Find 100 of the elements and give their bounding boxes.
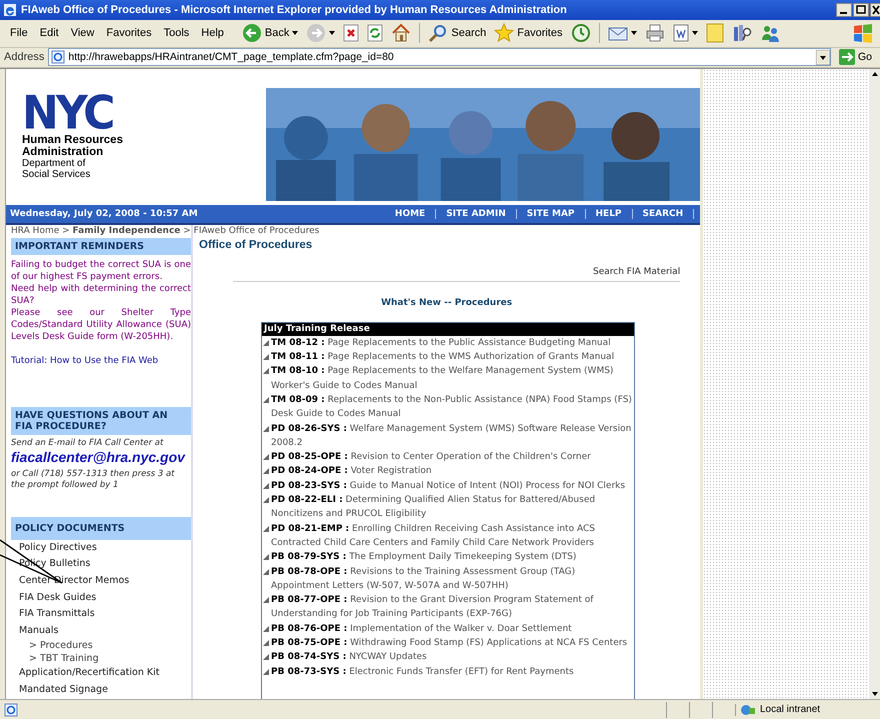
bullet-icon: [263, 482, 269, 489]
go-button[interactable]: Go: [834, 49, 876, 66]
menu-item[interactable]: View: [64, 25, 100, 42]
news-link[interactable]: PD 08-21-EMP : Enrolling Children Receiving Cash Assistance into ACS Contracted Child Care Centers and Family Child Care Network Providers: [271, 522, 634, 550]
nav-link[interactable]: HELP: [586, 208, 633, 219]
bullet-icon: [263, 454, 269, 460]
favorites-button[interactable]: Favorites: [492, 23, 564, 44]
bullet-icon: [263, 426, 269, 432]
history-icon[interactable]: [570, 23, 590, 44]
books-icon[interactable]: [732, 23, 752, 44]
page-title: Office of Procedures: [198, 238, 314, 251]
contact-text: Send an E-mail to FIA Call Center at: [11, 438, 164, 449]
nav-link[interactable]: SITE ADMIN: [436, 208, 517, 219]
menu-item[interactable]: Favorites: [100, 25, 158, 42]
date-text: Wednesday, July 02, 2008 - 10:57 AM: [10, 208, 198, 219]
news-link[interactable]: TM 08-11 : Page Replacements to the WMS Authorization of Grants Manual: [271, 350, 634, 364]
news-link[interactable]: PD 08-24-OPE : Voter Registration: [271, 464, 634, 479]
news-link[interactable]: PB 08-73-SYS : Electronic Funds Transfer (EFT) for Rent Payments: [271, 664, 634, 679]
scrollbar[interactable]: [869, 68, 880, 700]
tutorial-link[interactable]: Tutorial: How to Use the FIA Web: [11, 354, 191, 367]
address-field[interactable]: http://hrawebapps/HRAintranet/CMT_page_template.cfm?page_id=80: [48, 48, 831, 66]
dropdown-icon[interactable]: [816, 50, 830, 65]
panel-heading: July Training Release: [262, 322, 634, 336]
bullet-icon: [263, 568, 269, 575]
reminder-text: Need help with determining the correct SUA?: [11, 282, 191, 307]
intranet-icon: [740, 704, 756, 716]
windows-logo-icon: [852, 22, 874, 44]
news-link[interactable]: TM 08-10 : Page Replacements to the Welfare Management System (WMS) Worker's Guide to Codes Manual: [271, 364, 634, 393]
news-link[interactable]: PD 08-22-ELI : Determining Qualified Alien Status for Battered/Abused Noncitizens and PRUCOL Eligibility: [271, 493, 634, 522]
nav-link[interactable]: SITE MAP: [516, 208, 586, 219]
policy-link[interactable]: Application/Recertification Kit: [11, 665, 191, 682]
news-link[interactable]: PB 08-79-SYS : The Employment Daily Timekeeping System (DTS): [271, 550, 634, 565]
news-link[interactable]: PB 08-74-SYS : NYCWAY Updates: [271, 650, 634, 665]
bullet-icon: [263, 554, 269, 560]
breadcrumb: HRA Home > Family Independence > FIAweb Office of Procedures: [11, 224, 320, 238]
printer-icon[interactable]: [644, 23, 664, 44]
search-icon: [428, 23, 448, 44]
logo-org-text: Administration: [22, 146, 104, 158]
policy-link[interactable]: FIA Transmittals: [11, 606, 191, 623]
email-link[interactable]: fiacallcenter@hra.nyc.gov: [11, 448, 185, 466]
menu-item[interactable]: Help: [195, 25, 230, 42]
logo-mark: NYC: [22, 92, 113, 135]
star-icon: [494, 23, 514, 44]
policy-link[interactable]: Manuals: [11, 622, 191, 640]
bullet-icon: [263, 397, 269, 403]
maximize-icon[interactable]: [853, 2, 869, 17]
back-button[interactable]: Back: [240, 23, 300, 44]
bullet-icon: [263, 626, 269, 632]
logo-dept-text: Social Services: [22, 168, 92, 180]
bullet-icon: [263, 640, 269, 646]
bullet-icon: [263, 340, 269, 346]
go-arrow-icon: [838, 49, 855, 66]
nav-link[interactable]: HOME: [384, 208, 436, 219]
page-icon: [51, 50, 66, 64]
news-link[interactable]: PD 08-26-SYS : Welfare Management System (WMS) Software Release Version 2008.2: [271, 422, 634, 450]
policy-link[interactable]: > TBT Training: [11, 652, 191, 666]
search-link[interactable]: Search FIA Material: [593, 266, 680, 277]
bullet-icon: [263, 354, 269, 360]
menu-item[interactable]: File: [4, 25, 34, 42]
news-link[interactable]: TM 08-09 : Replacements to the Non-Public Assistance (NPA) Food Stamps (FS) Desk Guide to Codes Manual: [271, 393, 634, 422]
bullet-icon: [263, 654, 269, 660]
section-heading: IMPORTANT REMINDERS: [11, 238, 191, 255]
news-link[interactable]: PB 08-75-OPE : Withdrawing Food Stamp (FS) Applications at NCA FS Centers: [271, 636, 634, 650]
news-link[interactable]: PB 08-77-OPE : Revision to the Grant Diversion Program Statement of Understanding for Job Training Participants (EXP-76G): [271, 593, 634, 622]
window-title: FIAweb Office of Procedures - Microsoft Internet Explorer provided by Human Resources Administration: [21, 4, 568, 16]
news-link[interactable]: PD 08-25-OPE : Revision to Center Operation of the Children's Corner: [271, 450, 634, 464]
bullet-icon: [263, 497, 269, 504]
contact-text: or Call (718) 557-1313 then press 3 at the prompt followed by 1: [11, 468, 176, 491]
news-link[interactable]: PD 08-23-SYS : Guide to Manual Notice of Intent (NOI) Process for NOI Clerks: [271, 478, 634, 494]
home-icon[interactable]: [391, 23, 412, 44]
section-heading: HAVE QUESTIONS ABOUT AN FIA PROCEDURE?: [11, 406, 191, 435]
reminder-text: Failing to budget the correct SUA is one of our highest FS payment errors.: [11, 258, 191, 283]
news-link[interactable]: TM 08-12 : Page Replacements to the Public Assistance Budgeting Manual: [271, 336, 634, 350]
bullet-icon: [263, 597, 269, 604]
people-icon[interactable]: [760, 23, 780, 44]
policy-link[interactable]: > Procedures: [11, 639, 191, 652]
policy-link[interactable]: FIA Desk Guides: [11, 590, 191, 606]
menu-item[interactable]: Edit: [34, 25, 65, 42]
stop-icon[interactable]: [343, 24, 360, 42]
bullet-icon: [263, 668, 269, 675]
policy-link[interactable]: Policy Directives: [11, 540, 191, 556]
section-title: What's New -- Procedures: [380, 298, 514, 308]
document-icon[interactable]: [672, 24, 688, 42]
bullet-icon: [263, 368, 269, 374]
news-link[interactable]: PB 08-76-OPE : Implementation of the Walker v. Doar Settlement: [271, 622, 634, 636]
page-icon: [4, 702, 18, 717]
nav-link[interactable]: SEARCH: [632, 208, 694, 219]
policy-link[interactable]: Mandated Signage: [11, 682, 191, 699]
minimize-icon[interactable]: [836, 2, 852, 17]
news-link[interactable]: PB 08-78-OPE : Revisions to the Training Assessment Group (TAG) Appointment Letters (W-507, W-507A and W-507HH): [271, 564, 634, 594]
refresh-icon[interactable]: [367, 24, 384, 42]
reminder-text: Please see our Shelter Type Codes/Standard Utility Allowance (SUA) Levels Desk Guide form (W-205HH).: [11, 306, 191, 343]
logo-dept-text: Department of: [22, 158, 86, 169]
logo-org-text: Human Resources: [22, 134, 124, 146]
browser-icon: [3, 2, 17, 17]
close-icon[interactable]: [870, 2, 880, 17]
menu-item[interactable]: Tools: [158, 25, 196, 42]
address-label: Address: [4, 51, 44, 64]
section-heading: POLICY DOCUMENTS: [11, 516, 191, 540]
search-button[interactable]: Search: [426, 23, 488, 44]
